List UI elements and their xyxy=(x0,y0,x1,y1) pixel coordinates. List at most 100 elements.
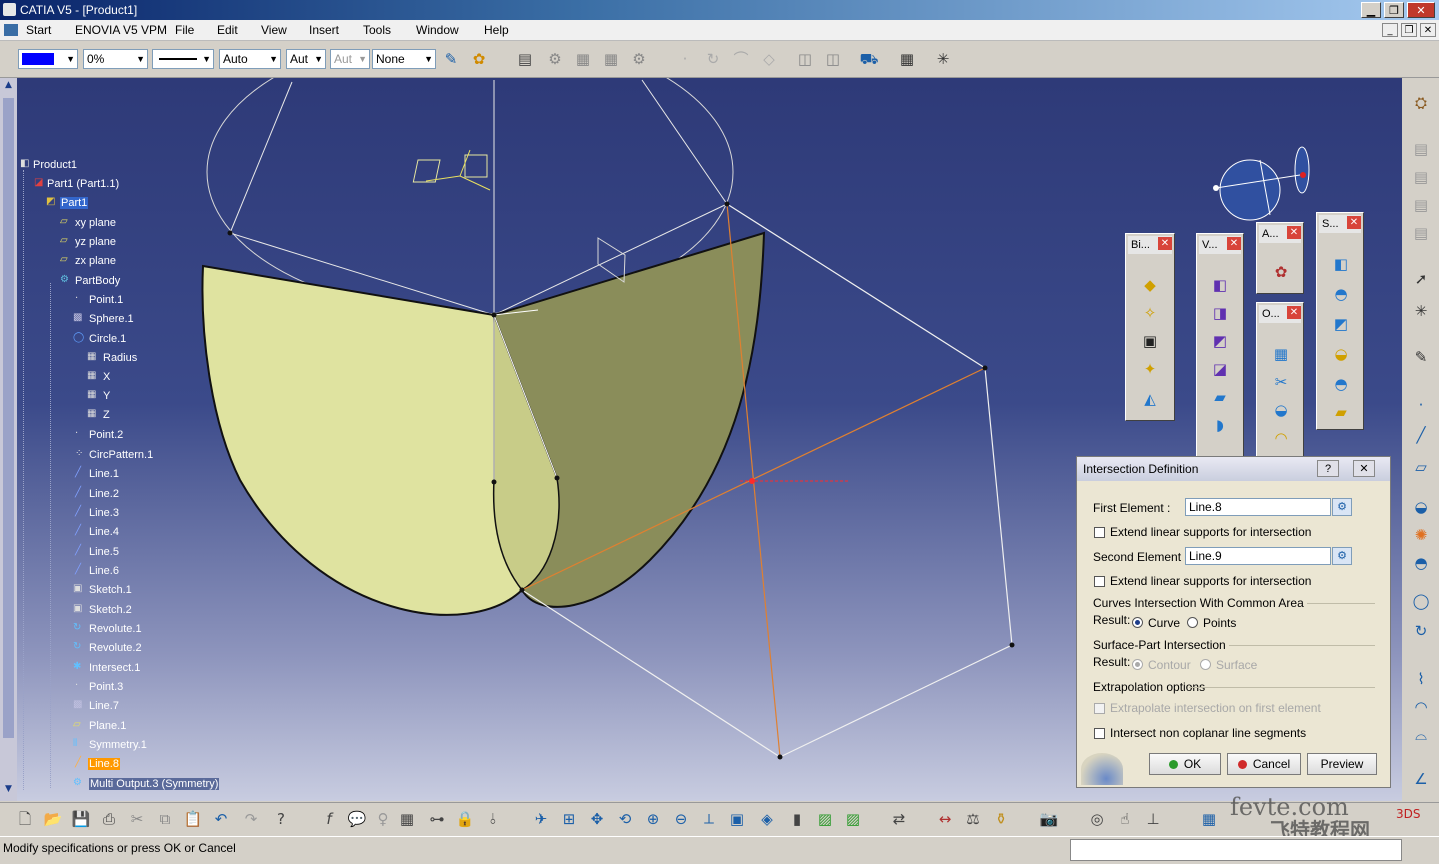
blend-surface-icon[interactable]: ◒ xyxy=(1330,343,1352,365)
comment-icon[interactable]: 💬 xyxy=(346,808,368,830)
tree-node-point3[interactable]: Point.3 xyxy=(89,681,123,693)
blend-icon[interactable]: ◗ xyxy=(1209,414,1231,436)
axis-icon[interactable]: ⊥ xyxy=(1142,808,1164,830)
split-icon[interactable]: ▦ xyxy=(1270,343,1292,365)
palette-a-close-icon[interactable]: ✕ xyxy=(1287,226,1301,239)
scroll-down-arrow[interactable]: ▼ xyxy=(2,784,15,797)
tree-node-radius[interactable]: Radius xyxy=(103,352,137,364)
fit-all-icon[interactable]: ⊞ xyxy=(558,808,580,830)
tree-node-point1[interactable]: Point.1 xyxy=(89,294,123,306)
dialog-titlebar[interactable]: Intersection Definition xyxy=(1077,457,1390,481)
tree-node-plane1[interactable]: Plane.1 xyxy=(89,720,126,732)
arc-icon[interactable]: ⌒ xyxy=(730,48,752,70)
palette-s-close-icon[interactable]: ✕ xyxy=(1347,216,1361,229)
formula-icon[interactable]: f xyxy=(318,808,340,830)
point-type-combo[interactable]: Aut ▼ xyxy=(286,49,326,69)
menu-window[interactable]: Window xyxy=(416,23,459,37)
tree-node-symmetry1[interactable]: Symmetry.1 xyxy=(89,739,147,751)
thickness-combo[interactable]: Auto ▼ xyxy=(219,49,281,69)
palette-bi-close-icon[interactable]: ✕ xyxy=(1158,237,1172,250)
table-icon[interactable]: ▦ xyxy=(396,808,418,830)
table-icon[interactable]: ▤ xyxy=(1410,138,1432,160)
tree-node-partbody[interactable]: PartBody xyxy=(75,275,120,287)
tree-node-part1[interactable]: Part1 xyxy=(60,197,89,209)
fillet-icon[interactable]: ◠ xyxy=(1270,427,1292,449)
tree-node-z[interactable]: Z xyxy=(103,409,110,421)
menu-insert[interactable]: Insert xyxy=(309,23,339,37)
gear-icon[interactable]: ⚙ xyxy=(628,48,650,70)
save-icon[interactable]: 💾 xyxy=(70,808,92,830)
tree-scrollbar[interactable]: ▲ ▼ xyxy=(0,78,17,801)
redo-icon[interactable]: ↷ xyxy=(240,808,262,830)
spiral-icon[interactable]: ↻ xyxy=(1410,620,1432,642)
second-element-selector-icon[interactable]: ⚙ xyxy=(1332,547,1352,565)
copy-format-icon[interactable]: ✿ xyxy=(468,48,490,70)
measure-between-icon[interactable]: ↔ xyxy=(934,808,956,830)
fill-surface-icon[interactable]: ◓ xyxy=(1330,283,1352,305)
zoom-out-icon[interactable]: ⊖ xyxy=(670,808,692,830)
tree-node-line1[interactable]: Line.1 xyxy=(89,468,119,480)
cube-icon[interactable]: ◫ xyxy=(794,48,816,70)
tree-node-multi-output3[interactable]: Multi Output.3 (Symmetry) xyxy=(89,778,220,790)
whats-this-icon[interactable]: ? xyxy=(270,808,292,830)
corner-icon[interactable]: ✦ xyxy=(1139,358,1161,380)
scroll-thumb[interactable] xyxy=(3,98,14,738)
connect-icon[interactable]: ◭ xyxy=(1139,388,1161,410)
doc-restore-button[interactable]: ❐ xyxy=(1401,23,1417,37)
thick-icon[interactable]: ▰ xyxy=(1209,386,1231,408)
tree-node-zx-plane[interactable]: zx plane xyxy=(75,255,116,267)
hide-show-icon[interactable]: ▨ xyxy=(814,808,836,830)
sweep-icon[interactable]: ◩ xyxy=(1209,330,1231,352)
tree-node-revolute1[interactable]: Revolute.1 xyxy=(89,623,142,635)
render-style-icon[interactable]: ▮ xyxy=(786,808,808,830)
knowledge-icon[interactable]: ♀ xyxy=(372,808,394,830)
layer-combo[interactable]: Aut ▼ xyxy=(330,49,370,69)
tree-icon[interactable]: ⊶ xyxy=(426,808,448,830)
views-icon[interactable]: ▣ xyxy=(726,808,748,830)
command-input[interactable] xyxy=(1070,839,1402,861)
tree-node-yz-plane[interactable]: yz plane xyxy=(75,236,116,248)
line-icon[interactable]: ╱ xyxy=(1410,424,1432,446)
eraser-icon[interactable]: ◇ xyxy=(758,48,780,70)
snap-icon[interactable]: ✳ xyxy=(1410,300,1432,322)
rotate-icon[interactable]: ⟲ xyxy=(614,808,636,830)
join-icon[interactable]: ⌇ xyxy=(1410,668,1432,690)
scroll-up-arrow[interactable]: ▲ xyxy=(2,80,15,93)
points-radio[interactable] xyxy=(1187,617,1198,628)
first-element-selector-icon[interactable]: ⚙ xyxy=(1332,498,1352,516)
law-icon[interactable]: ∠ xyxy=(1410,768,1432,790)
pan-icon[interactable]: ✥ xyxy=(586,808,608,830)
extrapolate-checkbox[interactable] xyxy=(1094,703,1105,714)
loft-icon[interactable]: ◓ xyxy=(1410,552,1432,574)
curve-icon[interactable]: ↻ xyxy=(702,48,724,70)
tree-node-sketch1[interactable]: Sketch.1 xyxy=(89,584,132,596)
pointer-icon[interactable]: ☝ xyxy=(1114,808,1136,830)
copy-icon[interactable]: ⧉ xyxy=(154,808,176,830)
boundary-box-icon[interactable]: ▣ xyxy=(1139,330,1161,352)
offset-icon[interactable]: ◪ xyxy=(1209,358,1231,380)
menu-help[interactable]: Help xyxy=(484,23,509,37)
tree-node-xy-plane[interactable]: xy plane xyxy=(75,217,116,229)
zoom-in-icon[interactable]: ⊕ xyxy=(642,808,664,830)
tree-node-x[interactable]: X xyxy=(103,371,110,383)
first-element-input[interactable]: Line.8 xyxy=(1185,498,1331,516)
doc-close-button[interactable]: ✕ xyxy=(1420,23,1436,37)
surface-icon[interactable]: ◒ xyxy=(1410,496,1432,518)
table-icon[interactable]: ▤ xyxy=(1410,194,1432,216)
tree-node-line2[interactable]: Line.2 xyxy=(89,488,119,500)
multi-section-icon[interactable]: ◩ xyxy=(1330,313,1352,335)
render-style-combo[interactable]: None ▼ xyxy=(372,49,436,69)
revolve-icon[interactable]: ◨ xyxy=(1209,302,1231,324)
wireframe-icon[interactable]: ◆ xyxy=(1139,274,1161,296)
linetype-combo[interactable]: ▼ xyxy=(152,49,214,69)
iso-view-icon[interactable]: ◈ xyxy=(756,808,778,830)
tree-node-line8[interactable]: Line.8 xyxy=(88,758,120,770)
circle-icon[interactable]: ◯ xyxy=(1410,590,1432,612)
analysis-icon[interactable]: ✿ xyxy=(1270,261,1292,283)
minimize-button[interactable]: ▁ xyxy=(1361,2,1381,18)
sweep-surface-icon[interactable]: ◧ xyxy=(1330,253,1352,275)
select-arrow-icon[interactable]: ➚ xyxy=(1410,268,1432,290)
swirl-icon[interactable]: ◎ xyxy=(1086,808,1108,830)
cut-icon[interactable]: ✂ xyxy=(126,808,148,830)
extend-linear-1-checkbox[interactable] xyxy=(1094,527,1105,538)
